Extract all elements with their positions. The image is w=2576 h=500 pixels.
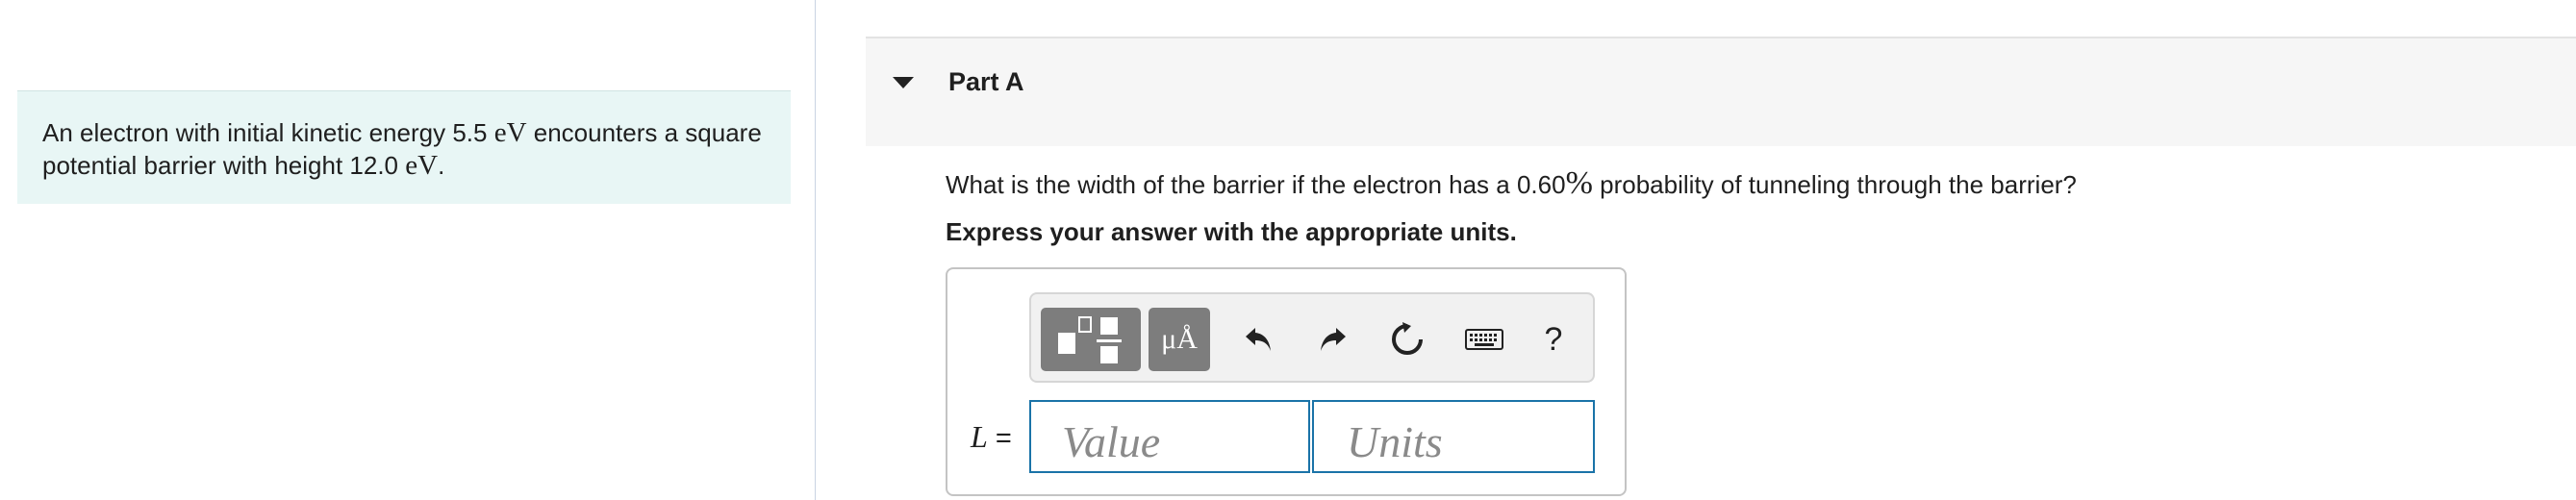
answer-equals: = — [987, 423, 1012, 454]
equation-toolbar: μÅ ? — [1029, 292, 1595, 383]
answer-instruction: Express your answer with the appropriate… — [946, 217, 1517, 246]
value-input[interactable] — [1029, 400, 1310, 473]
part-title: Part A — [948, 67, 1024, 96]
intro-text-4: . — [438, 151, 445, 180]
reset-icon — [1392, 322, 1423, 355]
answer-box: μÅ ? L = Value Units — [946, 267, 1627, 496]
intro-unit-1: eV — [493, 117, 527, 148]
undo-button[interactable] — [1237, 308, 1281, 371]
undo-icon — [1246, 328, 1271, 351]
collapse-caret-icon[interactable] — [893, 77, 914, 88]
keyboard-icon — [1465, 329, 1503, 350]
question-text-2: probability of tunneling through the bar… — [1592, 170, 2077, 199]
problem-intro: An electron with initial kinetic energy … — [17, 90, 791, 204]
intro-text-3: potential barrier with height 12.0 — [42, 151, 406, 180]
right-panel: Part A What is the width of the barrier … — [866, 0, 2576, 500]
part-a-header[interactable]: Part A — [866, 37, 2576, 146]
question-text-1: What is the width of the barrier if the … — [946, 170, 1566, 199]
question-text: What is the width of the barrier if the … — [946, 165, 2077, 202]
redo-button[interactable] — [1310, 308, 1354, 371]
intro-unit-2: eV — [405, 150, 439, 181]
units-button[interactable]: μÅ — [1149, 308, 1210, 371]
question-percent: % — [1565, 165, 1593, 201]
reset-button[interactable] — [1385, 308, 1429, 371]
intro-text-1: An electron with initial kinetic energy … — [42, 118, 494, 147]
templates-button[interactable] — [1041, 308, 1141, 371]
left-panel: An electron with initial kinetic energy … — [0, 0, 816, 500]
keyboard-button[interactable] — [1458, 308, 1510, 371]
templates-icon — [1058, 316, 1122, 363]
help-button[interactable]: ? — [1531, 308, 1576, 371]
units-input[interactable] — [1312, 400, 1595, 473]
answer-label: L = — [971, 419, 1012, 455]
intro-text-2: encounters a square — [526, 118, 762, 147]
answer-variable: L — [971, 419, 988, 454]
redo-icon — [1321, 328, 1346, 351]
